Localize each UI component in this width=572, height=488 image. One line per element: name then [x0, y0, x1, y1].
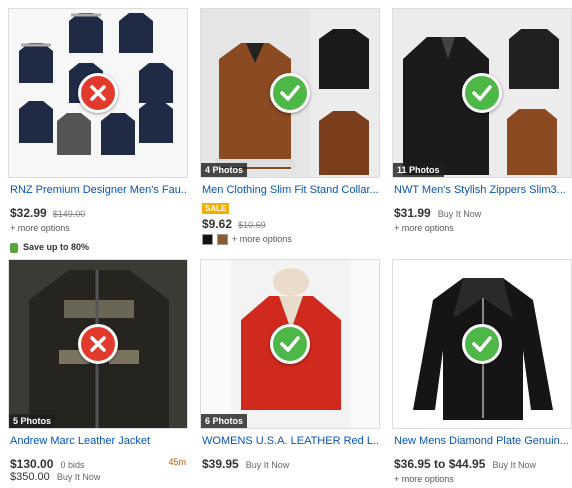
buy-it-now-label: Buy It Now	[245, 460, 290, 470]
listing-card[interactable]: 11 Photos NWT Men's Stylish Zippers Slim…	[392, 8, 572, 258]
color-options[interactable]: + more options	[202, 234, 292, 246]
buy-it-now-label: Buy It Now	[437, 209, 482, 219]
listing-old-price: $10.69	[238, 220, 266, 230]
listing-title[interactable]: New Mens Diamond Plate Genuin...	[394, 435, 570, 447]
sale-badge: SALE	[202, 203, 230, 214]
photo-count-badge: 4 Photos	[201, 163, 248, 177]
listing-image[interactable]: 4 Photos	[200, 8, 380, 178]
listing-card[interactable]: 4 Photos Men Clothing Slim Fit Stand Col…	[200, 8, 380, 258]
photo-count-badge: 6 Photos	[201, 414, 248, 428]
listing-image[interactable]	[8, 8, 188, 178]
listing-price: $9.62	[202, 217, 233, 231]
tag-icon	[10, 242, 18, 253]
check-icon	[270, 324, 310, 364]
color-swatch-black[interactable]	[202, 234, 213, 246]
more-options-link[interactable]: + more options	[232, 234, 292, 244]
check-icon	[270, 73, 310, 113]
listing-image[interactable]: 11 Photos	[392, 8, 572, 178]
listing-image[interactable]: 5 Photos	[8, 259, 188, 429]
photo-count-badge: 5 Photos	[9, 414, 56, 428]
buy-it-now-label: Buy It Now	[56, 472, 101, 482]
more-options-link[interactable]: + more options	[10, 223, 70, 233]
listing-price: $32.99	[10, 206, 47, 220]
listing-card[interactable]: 6 Photos WOMENS U.S.A. LEATHER Red L... …	[200, 259, 380, 487]
listing-price: $36.95 to $44.95	[394, 457, 486, 471]
listing-price: $130.00	[10, 457, 54, 471]
listing-image[interactable]: 6 Photos	[200, 259, 380, 429]
listing-title[interactable]: WOMENS U.S.A. LEATHER Red L...	[202, 435, 378, 447]
more-options-link[interactable]: + more options	[394, 223, 454, 233]
listing-title[interactable]: Andrew Marc Leather Jacket	[10, 435, 186, 447]
listing-card[interactable]: RNZ Premium Designer Men's Fau... $32.99…	[8, 8, 188, 258]
listing-card[interactable]: New Mens Diamond Plate Genuin... $36.95 …	[392, 259, 572, 487]
listing-old-price: $149.00	[52, 209, 86, 219]
cross-icon	[78, 324, 118, 364]
check-icon	[462, 324, 502, 364]
time-left: 45m	[168, 457, 186, 467]
check-icon	[462, 73, 502, 113]
buy-it-now-label: Buy It Now	[492, 460, 536, 470]
cross-icon	[78, 73, 118, 113]
bid-count: 0 bids	[60, 460, 85, 470]
listing-image[interactable]	[392, 259, 572, 429]
more-options-link[interactable]: + more options	[394, 474, 454, 484]
listing-title[interactable]: NWT Men's Stylish Zippers Slim3...	[394, 184, 570, 196]
buy-it-now-price: $350.00	[10, 471, 50, 483]
savings-label: Save up to 80%	[10, 242, 89, 253]
listing-price: $31.99	[394, 206, 431, 220]
color-swatch-brown[interactable]	[217, 234, 228, 246]
photo-count-badge: 11 Photos	[393, 163, 444, 177]
listing-title[interactable]: Men Clothing Slim Fit Stand Collar...	[202, 184, 378, 196]
listing-card[interactable]: 5 Photos Andrew Marc Leather Jacket $130…	[8, 259, 188, 487]
listing-price: $39.95	[202, 457, 239, 471]
listing-title[interactable]: RNZ Premium Designer Men's Fau...	[10, 184, 186, 196]
